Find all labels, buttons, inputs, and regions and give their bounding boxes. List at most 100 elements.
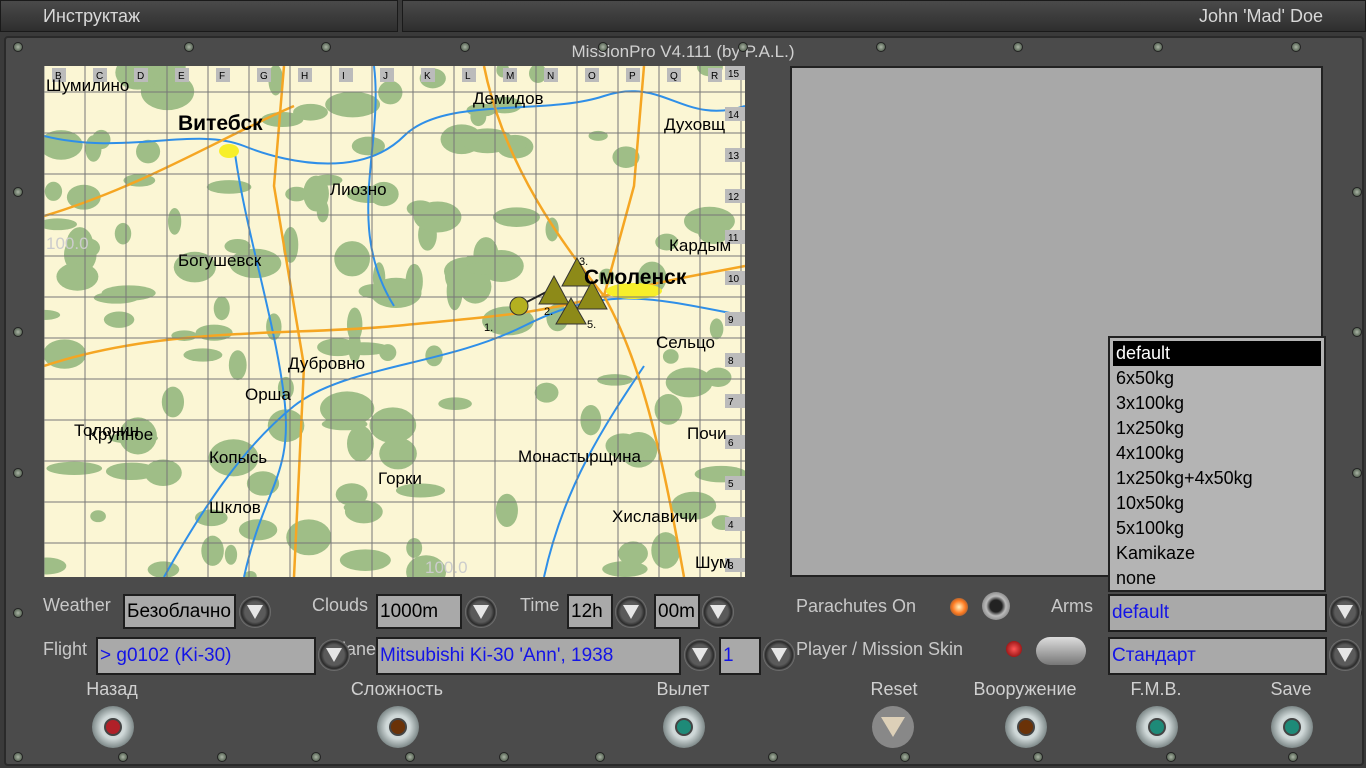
arms-option[interactable]: 4x100kg bbox=[1113, 441, 1321, 466]
green-knob-icon bbox=[663, 706, 705, 748]
fmb-button[interactable]: F.M.B. bbox=[1086, 679, 1226, 748]
grid-column-label: G bbox=[260, 71, 268, 82]
forest-area bbox=[608, 434, 651, 462]
skin-toggle-switch[interactable] bbox=[1036, 637, 1086, 665]
screw-icon bbox=[876, 42, 886, 52]
forest-area bbox=[545, 217, 559, 242]
grid-row-label: 8 bbox=[728, 356, 734, 367]
reset-button[interactable]: Reset bbox=[824, 679, 964, 748]
parachutes-toggle-switch[interactable] bbox=[982, 592, 1010, 620]
screw-icon bbox=[321, 42, 331, 52]
arms-option[interactable]: 1x250kg bbox=[1113, 416, 1321, 441]
grid-column-label: B bbox=[55, 71, 62, 82]
forest-area bbox=[201, 535, 224, 566]
forest-area bbox=[167, 207, 182, 235]
clouds-field[interactable]: 1000m bbox=[376, 594, 462, 629]
fly-label: Вылет bbox=[656, 679, 710, 699]
forest-area bbox=[228, 350, 247, 381]
screw-icon bbox=[311, 752, 321, 762]
weather-field[interactable]: Безоблачно bbox=[123, 594, 236, 629]
tab-briefing[interactable]: Инструктаж bbox=[0, 0, 398, 32]
grid-row-label: 13 bbox=[728, 151, 740, 162]
difficulty-label: Сложность bbox=[350, 679, 444, 699]
forest-area bbox=[406, 537, 423, 558]
amber-knob-icon bbox=[1005, 706, 1047, 748]
forest-area bbox=[709, 318, 724, 340]
arms-option[interactable]: 3x100kg bbox=[1113, 391, 1321, 416]
forest-area bbox=[114, 222, 132, 245]
grid-column-label: O bbox=[588, 71, 596, 82]
arms-option[interactable]: 5x100kg bbox=[1113, 516, 1321, 541]
save-button[interactable]: Save bbox=[1221, 679, 1361, 748]
parachutes-indicator-light bbox=[950, 598, 968, 616]
minutes-dropdown-button[interactable] bbox=[702, 596, 734, 628]
grid-row-label: 12 bbox=[728, 192, 740, 203]
forest-area bbox=[597, 374, 633, 386]
mission-map[interactable]: B C D E F G H I J K L M N O P Q R 15 14 13 12 11 10 9 8 7 6 5 4 3 bbox=[44, 66, 745, 577]
waypoint-takeoff[interactable] bbox=[509, 296, 529, 316]
arms-option[interactable]: 6x50kg bbox=[1113, 366, 1321, 391]
screw-icon bbox=[460, 42, 470, 52]
screw-icon bbox=[1033, 752, 1043, 762]
fly-button[interactable]: Вылет bbox=[613, 679, 753, 748]
grid-column-label: D bbox=[137, 71, 144, 82]
arms-option[interactable]: default bbox=[1113, 341, 1321, 366]
plane-field[interactable]: Mitsubishi Ki-30 'Ann', 1938 bbox=[376, 637, 681, 675]
arms-dropdown-list[interactable]: default 6x50kg 3x100kg 1x250kg 4x100kg 1x250k… bbox=[1108, 336, 1326, 592]
arms-option[interactable]: 1x250kg+4x50kg bbox=[1113, 466, 1321, 491]
screw-icon bbox=[217, 752, 227, 762]
screw-icon bbox=[405, 752, 415, 762]
screw-icon bbox=[595, 752, 605, 762]
grid-column-label: N bbox=[547, 71, 554, 82]
forest-area bbox=[208, 439, 259, 477]
arms-option[interactable]: none bbox=[1113, 566, 1321, 591]
loadout-button[interactable]: Вооружение bbox=[955, 679, 1095, 748]
screw-icon bbox=[118, 752, 128, 762]
screw-icon bbox=[13, 608, 23, 618]
screw-icon bbox=[13, 42, 23, 52]
red-knob-icon bbox=[92, 706, 134, 748]
screw-icon bbox=[1013, 42, 1023, 52]
forest-area bbox=[343, 501, 376, 514]
forest-area bbox=[618, 541, 648, 566]
forest-area bbox=[261, 112, 304, 128]
plane-count-field[interactable]: 1 bbox=[719, 637, 761, 675]
parachutes-label: Parachutes On bbox=[796, 596, 917, 616]
screw-icon bbox=[768, 752, 778, 762]
fmb-label: F.M.B. bbox=[1130, 679, 1182, 699]
arms-option[interactable]: Kamikaze bbox=[1113, 541, 1321, 566]
skin-dropdown-button[interactable] bbox=[1329, 639, 1361, 671]
flight-field[interactable]: > g0102 (Ki-30) bbox=[96, 637, 316, 675]
back-button[interactable]: Назад bbox=[42, 679, 182, 748]
forest-area bbox=[338, 342, 390, 356]
reset-label: Reset bbox=[870, 679, 918, 699]
clouds-dropdown-button[interactable] bbox=[465, 596, 497, 628]
screw-icon bbox=[1288, 752, 1298, 762]
green-knob-icon bbox=[1136, 706, 1178, 748]
grid-row-label: 5 bbox=[728, 479, 734, 490]
clouds-label: Clouds bbox=[312, 595, 369, 615]
difficulty-button[interactable]: Сложность bbox=[327, 679, 467, 748]
grid-row-label: 9 bbox=[728, 315, 734, 326]
forest-area bbox=[93, 291, 140, 304]
forest-area bbox=[66, 227, 94, 265]
count-dropdown-button[interactable] bbox=[763, 639, 795, 671]
hours-dropdown-button[interactable] bbox=[615, 596, 647, 628]
arms-option[interactable]: 10x50kg bbox=[1113, 491, 1321, 516]
arms-dropdown-button[interactable] bbox=[1329, 596, 1361, 628]
flight-dropdown-button[interactable] bbox=[318, 639, 350, 671]
arms-field[interactable]: default bbox=[1108, 594, 1327, 632]
weather-dropdown-button[interactable] bbox=[239, 596, 271, 628]
time-minutes-field[interactable]: 00m bbox=[654, 594, 700, 629]
forest-area bbox=[378, 80, 403, 105]
forest-area bbox=[136, 139, 161, 164]
plane-dropdown-button[interactable] bbox=[684, 639, 716, 671]
pilot-name-bar: John 'Mad' Doe bbox=[402, 0, 1366, 32]
grid-column-label: I bbox=[342, 71, 345, 82]
forest-area bbox=[224, 544, 238, 565]
skin-field[interactable]: Стандарт bbox=[1108, 637, 1327, 675]
time-hours-field[interactable]: 12h bbox=[567, 594, 613, 629]
forest-area bbox=[103, 311, 135, 328]
forest-area bbox=[369, 407, 417, 443]
forest-area bbox=[704, 367, 732, 387]
